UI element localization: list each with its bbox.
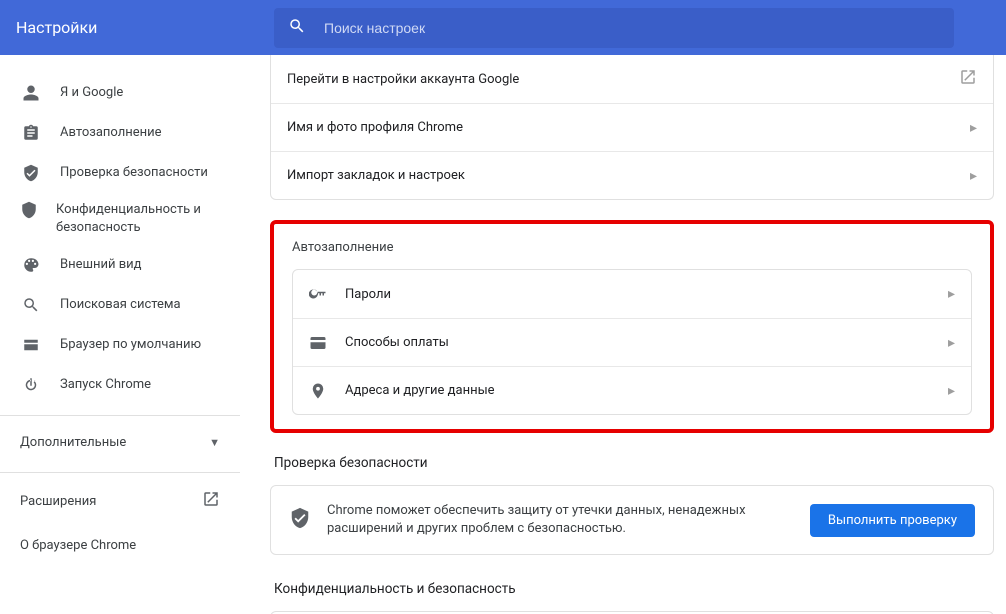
autofill-card: Пароли ▸ Способы оплаты ▸ Адреса и други…: [292, 269, 972, 415]
chevron-right-icon: ▸: [970, 120, 977, 136]
chevron-right-icon: ▸: [948, 286, 955, 302]
credit-card-icon: [309, 334, 345, 352]
shield-icon: [20, 201, 38, 219]
you-and-google-card: Перейти в настройки аккаунта Google Имя …: [270, 55, 994, 200]
shield-check-icon: [289, 507, 311, 533]
row-label: Импорт закладок и настроек: [287, 168, 970, 183]
row-label: Перейти в настройки аккаунта Google: [287, 72, 959, 87]
layout: Я и Google Автозаполнение Проверка безоп…: [0, 55, 1006, 614]
search-bar[interactable]: [274, 8, 954, 48]
sidebar-item-search-engine[interactable]: Поисковая система: [0, 285, 240, 325]
shield-check-icon: [20, 164, 42, 182]
sidebar-about-label: О браузере Chrome: [20, 538, 136, 553]
open-external-icon: [202, 490, 220, 512]
search-icon: [288, 17, 306, 39]
chevron-right-icon: ▸: [948, 335, 955, 351]
addresses-row[interactable]: Адреса и другие данные ▸: [293, 366, 971, 414]
section-title: Автозаполнение: [292, 240, 972, 255]
key-icon: [309, 285, 345, 303]
open-external-icon: [959, 68, 977, 90]
sidebar-item-autofill[interactable]: Автозаполнение: [0, 113, 240, 153]
sidebar-item-label: Браузер по умолчанию: [60, 336, 201, 354]
sidebar-item-appearance[interactable]: Внешний вид: [0, 245, 240, 285]
search-input[interactable]: [324, 20, 940, 36]
sidebar-divider: [0, 472, 240, 473]
window-icon: [20, 336, 42, 354]
sidebar-advanced-toggle[interactable]: Дополнительные ▼: [0, 422, 240, 462]
sidebar-divider: [0, 415, 240, 416]
privacy-section-title: Конфиденциальность и безопасность: [274, 581, 994, 597]
sidebar-item-label: Проверка безопасности: [60, 164, 208, 182]
chevron-right-icon: ▸: [948, 383, 955, 399]
sidebar-item-label: Запуск Chrome: [60, 376, 151, 394]
sidebar-item-label: Внешний вид: [60, 256, 142, 274]
sidebar-extensions-link[interactable]: Расширения: [0, 479, 240, 523]
sidebar-item-label: Поисковая система: [60, 296, 181, 314]
safety-section-title: Проверка безопасности: [274, 455, 994, 471]
app-header: Настройки: [0, 0, 1006, 55]
passwords-row[interactable]: Пароли ▸: [293, 270, 971, 318]
import-bookmarks-row[interactable]: Импорт закладок и настроек ▸: [271, 151, 993, 199]
sidebar-item-on-startup[interactable]: Запуск Chrome: [0, 365, 240, 405]
sidebar: Я и Google Автозаполнение Проверка безоп…: [0, 55, 240, 614]
row-label: Адреса и другие данные: [345, 383, 948, 398]
row-label: Имя и фото профиля Chrome: [287, 120, 970, 135]
palette-icon: [20, 256, 42, 274]
clipboard-icon: [20, 124, 42, 142]
chevron-right-icon: ▸: [970, 168, 977, 184]
sidebar-extensions-label: Расширения: [20, 494, 96, 509]
sidebar-item-label: Автозаполнение: [60, 124, 162, 142]
sidebar-about-link[interactable]: О браузере Chrome: [0, 523, 240, 567]
search-icon: [20, 296, 42, 314]
sidebar-item-default-browser[interactable]: Браузер по умолчанию: [0, 325, 240, 365]
person-icon: [20, 84, 42, 102]
payment-methods-row[interactable]: Способы оплаты ▸: [293, 318, 971, 366]
chrome-profile-row[interactable]: Имя и фото профиля Chrome ▸: [271, 103, 993, 151]
autofill-section-highlighted: Автозаполнение Пароли ▸ Способы оплаты ▸…: [270, 220, 994, 433]
sidebar-item-label: Конфиденциальность и безопасность: [56, 201, 220, 237]
row-label: Пароли: [345, 287, 948, 302]
sidebar-item-safety-check[interactable]: Проверка безопасности: [0, 153, 240, 193]
main-content: Перейти в настройки аккаунта Google Имя …: [240, 55, 1006, 614]
location-icon: [309, 382, 345, 400]
google-account-settings-row[interactable]: Перейти в настройки аккаунта Google: [271, 55, 993, 103]
sidebar-item-you-and-google[interactable]: Я и Google: [0, 73, 240, 113]
sidebar-item-label: Я и Google: [60, 84, 123, 102]
power-icon: [20, 376, 42, 394]
chevron-down-icon: ▼: [209, 436, 220, 449]
sidebar-item-privacy[interactable]: Конфиденциальность и безопасность: [0, 193, 240, 245]
run-safety-check-button[interactable]: Выполнить проверку: [810, 504, 975, 537]
sidebar-advanced-label: Дополнительные: [20, 435, 126, 450]
app-title: Настройки: [16, 18, 274, 37]
row-label: Способы оплаты: [345, 335, 948, 350]
safety-check-text: Chrome поможет обеспечить защиту от утеч…: [327, 502, 810, 538]
safety-check-card: Chrome поможет обеспечить защиту от утеч…: [270, 485, 994, 555]
